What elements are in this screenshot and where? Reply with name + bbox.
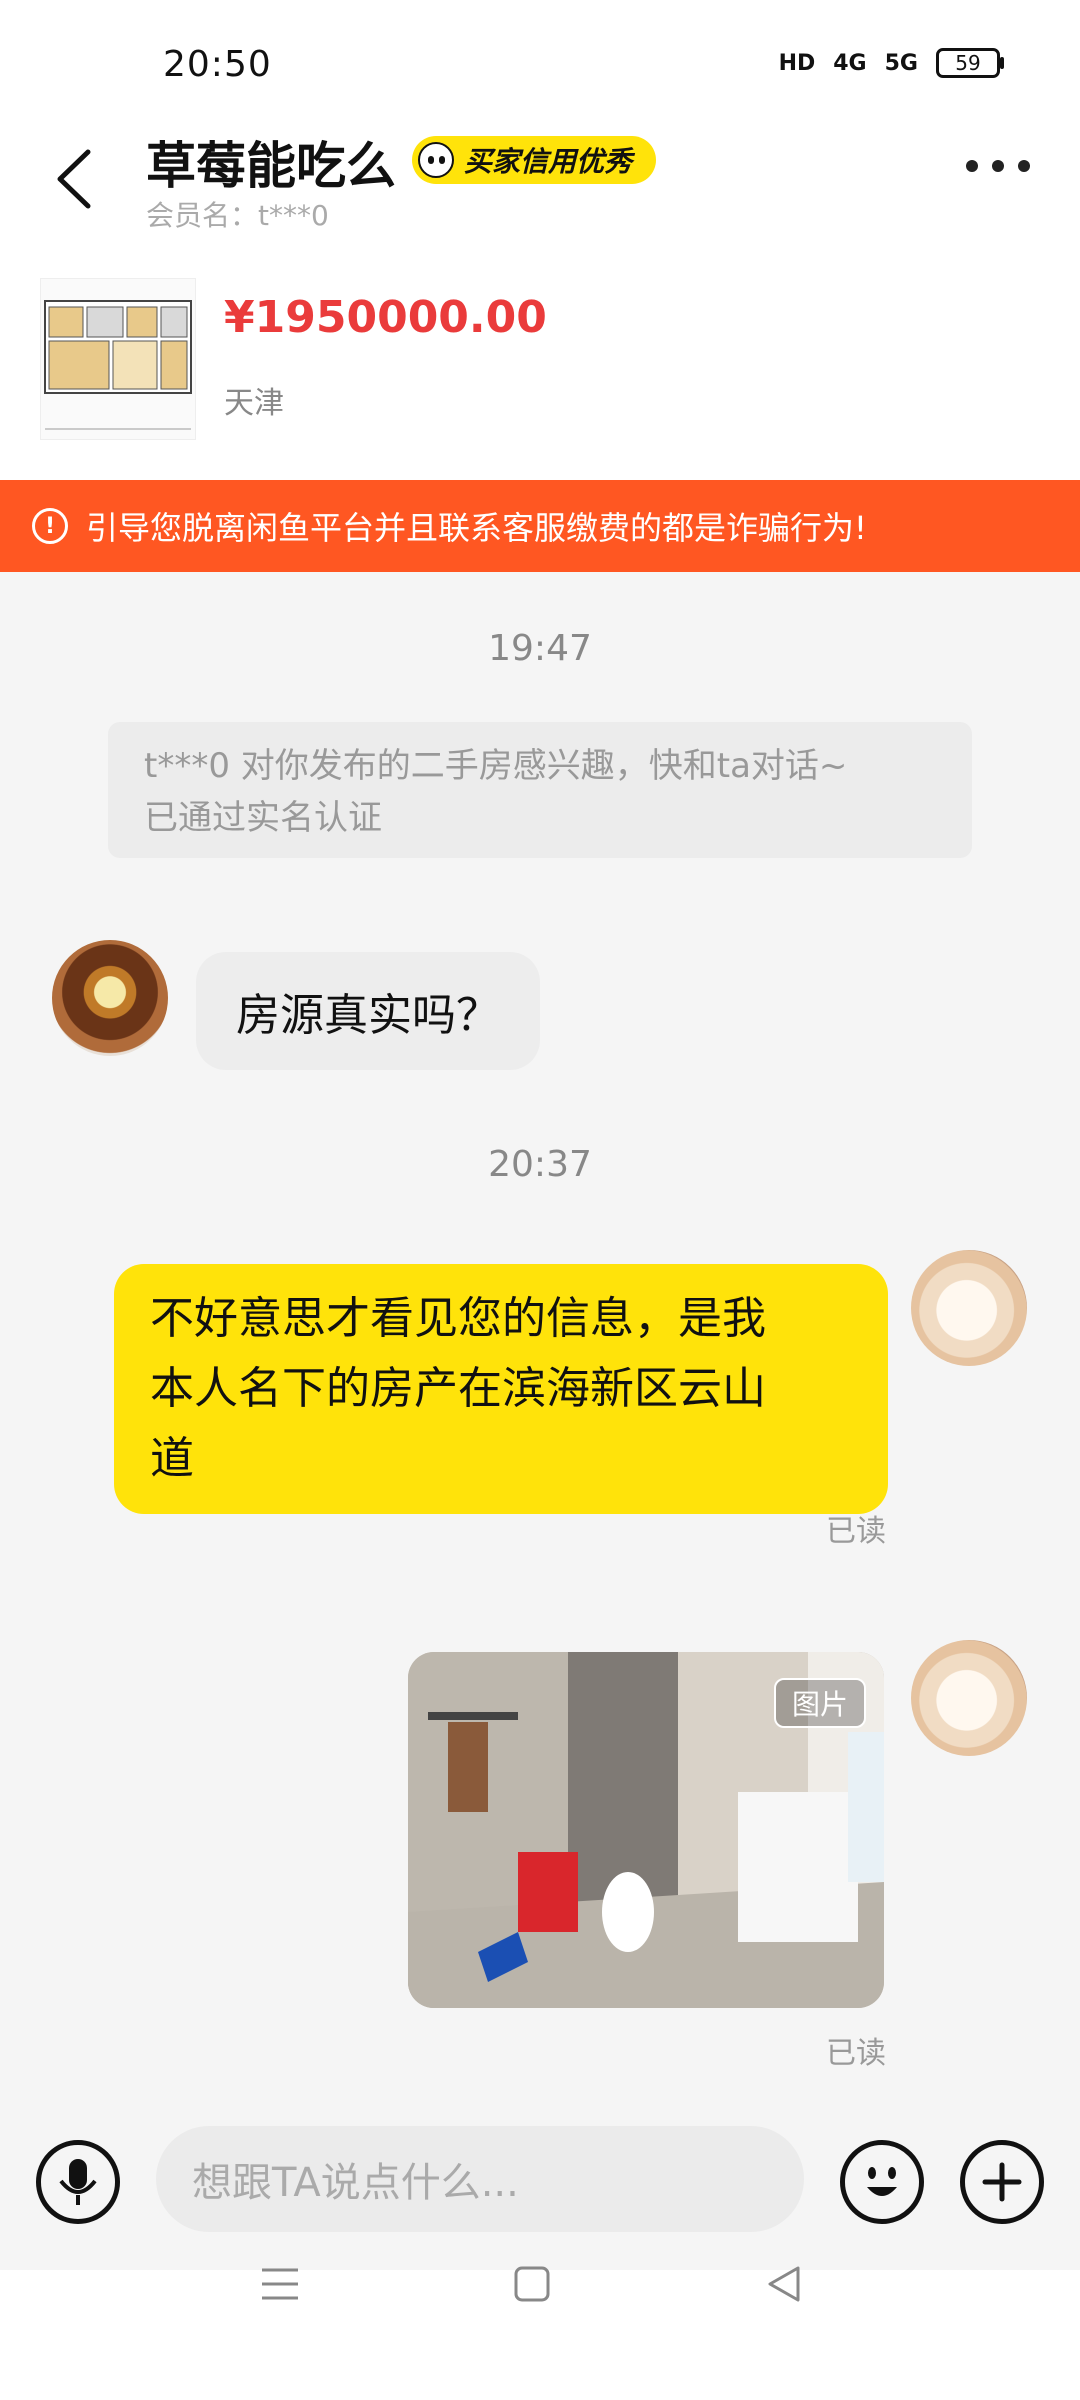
fraud-warning-banner: ! 引导您脱离闲鱼平台并且联系客服缴费的都是诈骗行为! bbox=[0, 480, 1080, 572]
system-message: t***0 对你发布的二手房感兴趣，快和ta对话~ 已通过实名认证 bbox=[108, 722, 972, 858]
badge-face-icon bbox=[418, 142, 454, 178]
photo-label: 图片 bbox=[774, 1678, 866, 1728]
credit-badge: 买家信用优秀 bbox=[412, 136, 657, 184]
message-line: 本人名下的房产在滨海新区云山 bbox=[150, 1363, 766, 1414]
voice-input-button[interactable] bbox=[36, 2140, 120, 2224]
seller-avatar[interactable] bbox=[911, 1250, 1027, 1366]
emoji-button[interactable] bbox=[840, 2140, 924, 2224]
read-receipt: 已读 bbox=[826, 2036, 886, 2071]
credit-badge-label: 买家信用优秀 bbox=[464, 145, 633, 178]
contact-name: 草莓能吃么 bbox=[146, 137, 396, 195]
message-line: 不好意思才看见您的信息，是我 bbox=[150, 1293, 766, 1344]
buyer-avatar[interactable] bbox=[52, 940, 168, 1056]
more-dot-icon bbox=[966, 160, 978, 172]
read-receipt: 已读 bbox=[826, 1514, 886, 1549]
incoming-message[interactable]: 房源真实吗？ bbox=[196, 952, 540, 1070]
member-id: 会员名：t***0 bbox=[146, 199, 329, 232]
plus-icon bbox=[982, 2162, 1022, 2202]
microphone-icon bbox=[59, 2159, 97, 2205]
battery-icon: 59 bbox=[936, 48, 1004, 78]
back-arrow-icon[interactable] bbox=[54, 148, 94, 210]
more-dot-icon bbox=[992, 160, 1004, 172]
signal-4g-icon: 4G bbox=[833, 50, 867, 76]
floor-plan-thumbnail[interactable] bbox=[40, 278, 196, 440]
timestamp: 20:37 bbox=[488, 1144, 592, 1185]
home-icon[interactable] bbox=[512, 2264, 552, 2304]
warning-icon: ! bbox=[32, 508, 68, 544]
more-dot-icon bbox=[1018, 160, 1030, 172]
product-city: 天津 bbox=[224, 386, 284, 421]
outgoing-message[interactable]: 不好意思才看见您的信息，是我 本人名下的房产在滨海新区云山 道 bbox=[114, 1264, 888, 1514]
message-line: 道 bbox=[150, 1433, 194, 1484]
seller-avatar[interactable] bbox=[911, 1640, 1027, 1756]
hd-icon: HD bbox=[778, 50, 816, 76]
more-actions-button[interactable] bbox=[960, 2140, 1044, 2224]
more-options-button[interactable] bbox=[966, 160, 1030, 172]
signal-5g-icon: 5G bbox=[884, 50, 918, 76]
system-message-line: t***0 对你发布的二手房感兴趣，快和ta对话~ bbox=[144, 746, 848, 786]
menu-icon[interactable] bbox=[258, 2264, 302, 2304]
product-price: ¥1950000.00 bbox=[224, 292, 547, 343]
status-icons: HD 4G 5G 59 bbox=[778, 48, 1004, 78]
fraud-warning-text: 引导您脱离闲鱼平台并且联系客服缴费的都是诈骗行为! bbox=[86, 509, 867, 547]
timestamp: 19:47 bbox=[488, 628, 592, 669]
system-message-line: 已通过实名认证 bbox=[144, 798, 382, 838]
smiley-icon bbox=[867, 2167, 897, 2196]
message-input[interactable]: 想跟TA说点什么... bbox=[156, 2126, 804, 2232]
status-time: 20:50 bbox=[163, 44, 272, 85]
back-nav-icon[interactable] bbox=[764, 2264, 804, 2304]
